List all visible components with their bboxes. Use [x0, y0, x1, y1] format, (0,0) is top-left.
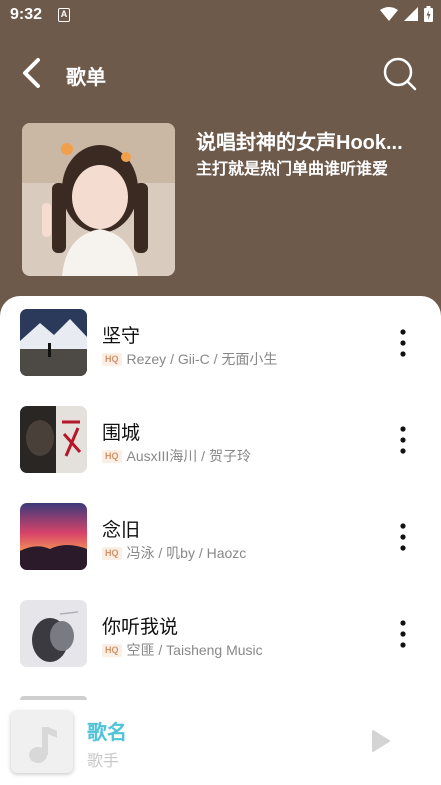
- album-art-image: [20, 406, 87, 473]
- mini-player[interactable]: 歌名 歌手: [0, 696, 441, 785]
- player-album-art: [11, 711, 73, 773]
- song-meta: HQ Rezey / Gii-C / 无面小生: [102, 349, 277, 369]
- battery-icon: [424, 6, 433, 22]
- status-time: 9:32: [10, 6, 43, 23]
- chevron-left-icon: [23, 58, 40, 88]
- song-meta: HQ 冯泳 / 叽by / Haozc: [102, 543, 246, 563]
- status-icons: [380, 6, 433, 22]
- song-thumbnail: [20, 406, 87, 473]
- wifi-icon: [380, 7, 398, 21]
- more-vertical-icon: [400, 426, 406, 454]
- back-button[interactable]: [18, 56, 48, 90]
- song-title: 你听我说: [102, 617, 179, 638]
- play-button[interactable]: [366, 727, 394, 755]
- playlist-cover-image: [22, 123, 175, 276]
- more-vertical-icon: [400, 523, 406, 551]
- more-options-button[interactable]: [392, 617, 414, 651]
- page-title: 歌单: [66, 67, 106, 89]
- cell-signal-icon: [404, 7, 418, 21]
- hq-badge: HQ: [102, 352, 122, 366]
- song-thumbnail: [20, 503, 87, 570]
- song-artists: AusxIII海川 / 贺子玲: [126, 448, 251, 464]
- song-artists: 冯泳 / 叽by / Haozc: [126, 545, 247, 561]
- album-art-image: [20, 309, 87, 376]
- song-artists: Rezey / Gii-C / 无面小生: [126, 351, 278, 367]
- player-artist: 歌手: [87, 753, 120, 770]
- search-button[interactable]: [380, 54, 418, 92]
- top-bar: 歌单: [0, 48, 441, 98]
- song-meta: HQ AusxIII海川 / 贺子玲: [102, 446, 251, 466]
- hq-badge: HQ: [102, 546, 122, 560]
- more-vertical-icon: [400, 329, 406, 357]
- more-options-button[interactable]: [392, 423, 414, 457]
- song-thumbnail: [20, 309, 87, 376]
- status-bar: 9:32 A: [0, 0, 441, 30]
- song-item[interactable]: 你听我说 HQ 空匪 / Taisheng Music: [0, 587, 441, 684]
- search-icon: [383, 57, 417, 91]
- album-art-image: [20, 600, 87, 667]
- app-notification-icon: A: [58, 8, 70, 22]
- song-meta: HQ 空匪 / Taisheng Music: [102, 640, 263, 660]
- song-title: 围城: [102, 423, 141, 444]
- song-item[interactable]: 念旧 HQ 冯泳 / 叽by / Haozc: [0, 490, 441, 587]
- next-song-thumbnail-partial: [20, 696, 87, 700]
- song-thumbnail: [20, 600, 87, 667]
- album-art-image: [20, 503, 87, 570]
- playlist-cover[interactable]: [22, 123, 175, 276]
- music-note-icon: [29, 727, 57, 763]
- song-item[interactable]: 坚守 HQ Rezey / Gii-C / 无面小生: [0, 296, 441, 393]
- song-title: 念旧: [102, 520, 141, 541]
- more-vertical-icon: [400, 620, 406, 648]
- player-song-name: 歌名: [87, 722, 127, 744]
- playlist-subtitle: 主打就是热门单曲谁听谁爱: [196, 161, 389, 178]
- song-title: 坚守: [102, 326, 141, 347]
- play-icon: [372, 730, 390, 752]
- more-options-button[interactable]: [392, 326, 414, 360]
- hq-badge: HQ: [102, 643, 122, 657]
- song-artists: 空匪 / Taisheng Music: [126, 642, 263, 658]
- hq-badge: HQ: [102, 449, 122, 463]
- playlist-title: 说唱封神的女声Hook...: [196, 132, 403, 154]
- song-item[interactable]: 围城 HQ AusxIII海川 / 贺子玲: [0, 393, 441, 490]
- more-options-button[interactable]: [392, 520, 414, 554]
